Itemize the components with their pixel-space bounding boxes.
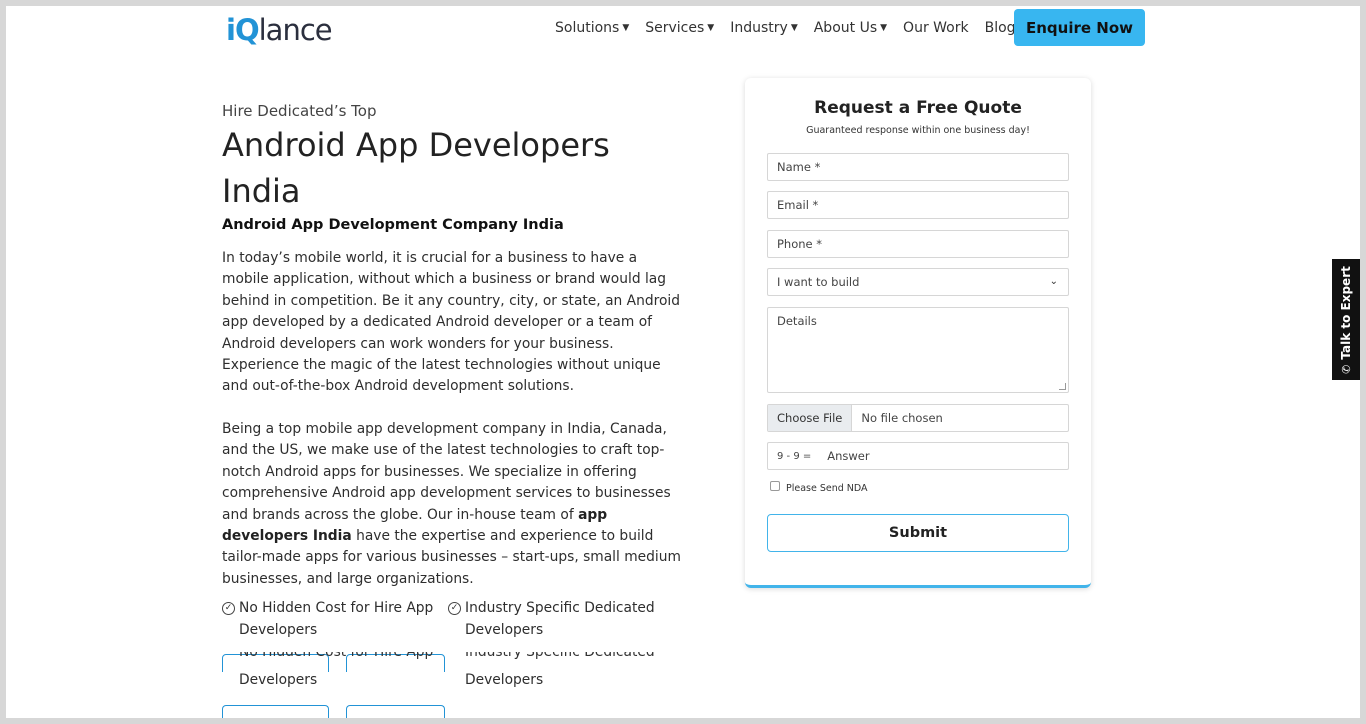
button-outline[interactable] xyxy=(346,705,445,718)
button-outline[interactable] xyxy=(222,705,329,718)
page-title: Android App Developers India xyxy=(222,126,610,210)
enquire-now-button[interactable]: Enquire Now xyxy=(1014,9,1145,46)
textarea-placeholder: Details xyxy=(777,314,817,328)
chevron-down-icon: ⌄ xyxy=(1049,276,1058,287)
nda-checkbox[interactable] xyxy=(770,480,780,491)
file-input[interactable]: Choose File No file chosen xyxy=(767,404,1069,432)
logo-letter-q: Q xyxy=(234,13,260,47)
feature-checklist: ✓ No Hidden Cost for Hire App Developers … xyxy=(222,598,682,641)
quote-form: Request a Free Quote Guaranteed response… xyxy=(745,78,1091,588)
nav-services[interactable]: Services ▼ xyxy=(645,18,714,38)
hero-eyebrow: Hire Dedicated’s Top xyxy=(222,102,377,120)
feature-text: Developers xyxy=(239,672,318,688)
nav-label: Our Work xyxy=(903,20,969,36)
overlapped-text: No Hidden Cost for Hire App xyxy=(239,652,434,660)
overlapped-text: Industry Specific Dedicated xyxy=(465,652,655,660)
nav-label: Solutions xyxy=(555,20,620,36)
name-field[interactable]: Name * xyxy=(767,153,1069,181)
caret-down-icon: ▼ xyxy=(622,23,630,33)
intro-paragraph: In today’s mobile world, it is crucial f… xyxy=(222,250,680,395)
iqlance-logo[interactable]: i Qlance xyxy=(226,10,333,50)
phone-icon: ✆ xyxy=(1339,364,1353,374)
form-subtitle: Guaranteed response within one business … xyxy=(806,125,1030,136)
main-nav: Solutions ▼ Services ▼ Industry ▼ About Us ▼… xyxy=(555,18,1032,38)
logo-letter-i: i xyxy=(226,13,236,47)
section-subheading: Android App Development Company India xyxy=(222,217,564,233)
caret-down-icon: ▼ xyxy=(707,23,715,33)
nav-label: Blog xyxy=(984,20,1016,36)
nda-label: Please Send NDA xyxy=(786,483,868,494)
talk-to-expert-label: Talk to Expert xyxy=(1339,265,1353,360)
nda-checkbox-row[interactable]: Please Send NDA xyxy=(770,480,868,494)
captcha-field[interactable]: 9 - 9 = Answer xyxy=(767,442,1069,470)
page-frame: i Qlance Solutions ▼ Services ▼ Industry ▼ A… xyxy=(6,6,1360,718)
nav-about-us[interactable]: About Us ▼ xyxy=(814,18,887,38)
feature-checklist-duplicate: Developers Developers xyxy=(222,670,682,692)
nav-our-work[interactable]: Our Work xyxy=(903,18,969,38)
feature-item: Developers xyxy=(222,670,448,692)
feature-text: No Hidden Cost for Hire App Developers xyxy=(239,600,434,638)
check-circle-icon: ✓ xyxy=(448,602,461,615)
caret-down-icon: ▼ xyxy=(790,23,798,33)
nav-label: Services xyxy=(645,20,705,36)
check-circle-icon: ✓ xyxy=(222,602,235,615)
captcha-question: 9 - 9 = xyxy=(777,451,812,462)
feature-item: ✓ No Hidden Cost for Hire App Developers xyxy=(222,598,448,641)
captcha-answer-input[interactable]: Answer xyxy=(827,443,869,469)
nav-industry[interactable]: Industry ▼ xyxy=(730,18,798,38)
file-status: No file chosen xyxy=(861,411,943,425)
select-value: I want to build xyxy=(777,275,860,289)
overlapping-feature-row: No Hidden Cost for Hire App Industry Spe… xyxy=(222,652,682,672)
resize-grip-icon[interactable] xyxy=(1059,383,1066,390)
nav-blog[interactable]: Blog xyxy=(985,18,1016,38)
nav-solutions[interactable]: Solutions ▼ xyxy=(555,18,629,38)
talk-to-expert-tab[interactable]: ✆ Talk to Expert xyxy=(1332,259,1360,380)
phone-field[interactable]: Phone * xyxy=(767,230,1069,258)
build-select[interactable]: I want to build ⌄ xyxy=(767,268,1069,296)
feature-item: Developers xyxy=(448,670,674,692)
company-paragraph: Being a top mobile app development compa… xyxy=(222,419,682,590)
submit-button[interactable]: Submit xyxy=(767,514,1069,552)
caret-down-icon: ▼ xyxy=(880,23,888,33)
feature-text: Industry Specific Dedicated Developers xyxy=(465,600,655,638)
details-textarea[interactable]: Details xyxy=(767,307,1069,393)
feature-text: Developers xyxy=(465,672,544,688)
form-title: Request a Free Quote xyxy=(814,98,1022,118)
logo-text: lance xyxy=(258,13,333,47)
nav-label: About Us xyxy=(813,20,878,36)
feature-item: ✓ Industry Specific Dedicated Developers xyxy=(448,598,674,641)
choose-file-button[interactable]: Choose File xyxy=(768,405,853,431)
email-field[interactable]: Email * xyxy=(767,191,1069,219)
nav-label: Industry xyxy=(730,20,788,36)
